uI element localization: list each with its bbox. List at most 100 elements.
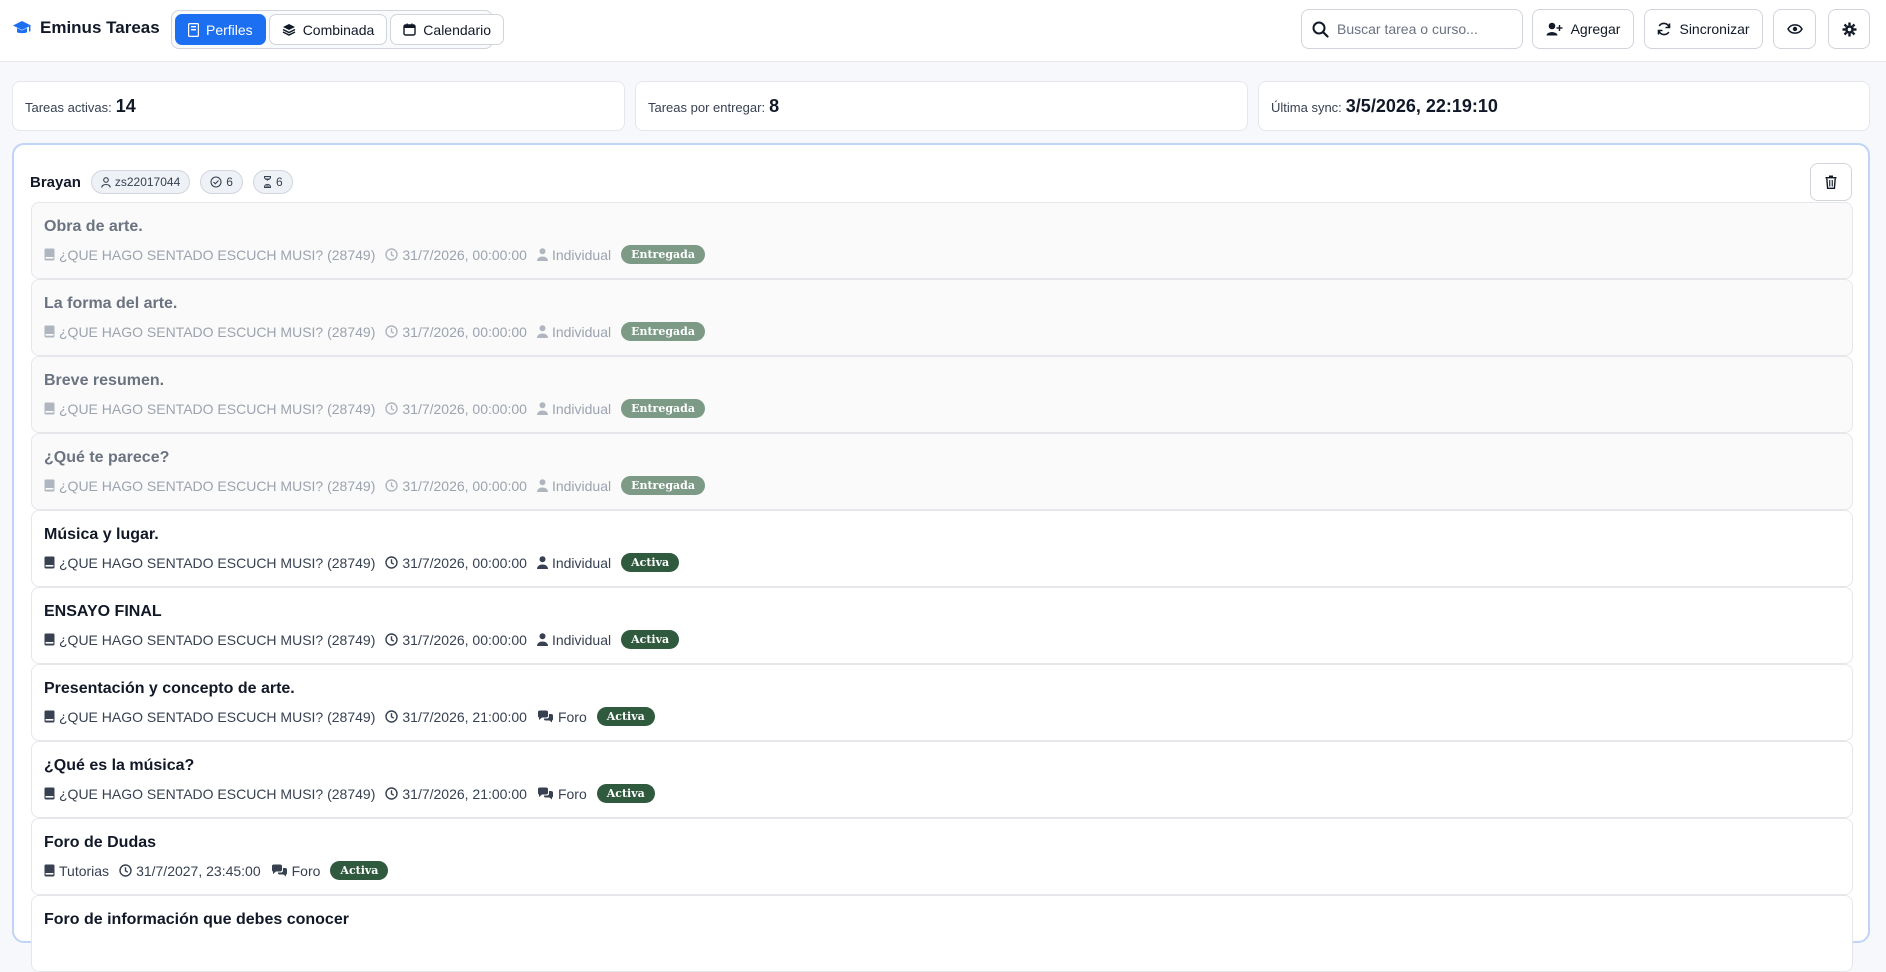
book-icon — [44, 325, 55, 338]
user-id-chip: zs22017044 — [90, 170, 191, 194]
tab-perfiles[interactable]: Perfiles — [175, 14, 266, 45]
task-course: ¿QUE HAGO SENTADO ESCUCH MUSI? (28749) — [44, 632, 375, 648]
clock-icon — [385, 325, 399, 338]
status-badge: Activa — [621, 630, 680, 649]
task-row[interactable]: Foro de Dudas Tutorias 31/7/2027, 23:45:… — [31, 818, 1853, 895]
course-name: ¿QUE HAGO SENTADO ESCUCH MUSI? (28749) — [59, 477, 376, 494]
task-mode: Individual — [536, 555, 611, 571]
stat-label: Última sync: — [1271, 100, 1342, 115]
visibility-toggle-button[interactable] — [1773, 9, 1816, 49]
view-tabs: Perfiles Combinada Calendario — [171, 10, 505, 49]
tab-label: Combinada — [302, 21, 375, 38]
stat-label: Tareas por entregar: — [648, 100, 766, 115]
task-due: 31/7/2026, 21:00:00 — [385, 786, 527, 802]
task-title: Presentación y concepto de arte. — [44, 680, 295, 697]
task-due: 31/7/2026, 00:00:00 — [385, 632, 527, 648]
settings-button[interactable] — [1828, 9, 1870, 49]
task-meta: ¿QUE HAGO SENTADO ESCUCH MUSI? (28749) 3… — [44, 553, 1840, 572]
brand[interactable]: Eminus Tareas — [12, 18, 160, 38]
task-row[interactable]: Foro de información que debes conocer — [31, 895, 1853, 972]
status-badge: Entregada — [621, 476, 705, 495]
search-icon — [1312, 21, 1329, 38]
task-row[interactable]: La forma del arte. ¿QUE HAGO SENTADO ESC… — [31, 279, 1853, 356]
delete-profile-button[interactable] — [1810, 163, 1852, 201]
course-name: ¿QUE HAGO SENTADO ESCUCH MUSI? (28749) — [59, 400, 376, 417]
book-icon — [44, 479, 55, 492]
sync-icon — [1657, 22, 1671, 36]
due-date: 31/7/2026, 00:00:00 — [402, 631, 527, 648]
person-icon — [536, 633, 548, 646]
task-title: Foro de información que debes conocer — [44, 911, 349, 928]
course-name: ¿QUE HAGO SENTADO ESCUCH MUSI? (28749) — [59, 554, 376, 571]
book-icon — [44, 864, 55, 877]
task-meta: ¿QUE HAGO SENTADO ESCUCH MUSI? (28749) 3… — [44, 476, 1840, 495]
profile-name: Brayan — [30, 173, 81, 191]
task-meta: ¿QUE HAGO SENTADO ESCUCH MUSI? (28749) 3… — [44, 399, 1840, 418]
tab-combinada[interactable]: Combinada — [268, 14, 388, 45]
task-title: Foro de Dudas — [44, 834, 157, 851]
due-date: 31/7/2026, 00:00:00 — [402, 554, 527, 571]
mode-label: Foro — [557, 708, 587, 725]
sync-button[interactable]: Sincronizar — [1644, 9, 1763, 49]
task-due: 31/7/2026, 00:00:00 — [385, 324, 527, 340]
task-meta: ¿QUE HAGO SENTADO ESCUCH MUSI? (28749) 3… — [44, 707, 1840, 726]
stat-value: 3/5/2026, 22:19:10 — [1345, 95, 1498, 116]
mode-label: Individual — [551, 477, 612, 494]
book-icon — [44, 248, 55, 261]
task-course: ¿QUE HAGO SENTADO ESCUCH MUSI? (28749) — [44, 478, 375, 494]
person-icon — [536, 402, 548, 415]
task-course: ¿QUE HAGO SENTADO ESCUCH MUSI? (28749) — [44, 555, 375, 571]
task-row[interactable]: ENSAYO FINAL ¿QUE HAGO SENTADO ESCUCH MU… — [31, 587, 1853, 664]
app-title: Eminus Tareas — [40, 18, 160, 37]
status-badge: Entregada — [621, 245, 705, 264]
profile-card-icon — [188, 22, 199, 37]
task-row[interactable]: ¿Qué te parece? ¿QUE HAGO SENTADO ESCUCH… — [31, 433, 1853, 510]
task-row[interactable]: Música y lugar. ¿QUE HAGO SENTADO ESCUCH… — [31, 510, 1853, 587]
clock-icon — [119, 864, 132, 877]
sync-button-label: Sincronizar — [1679, 21, 1750, 37]
stat-value: 8 — [769, 95, 780, 116]
due-date: 31/7/2026, 21:00:00 — [402, 708, 527, 725]
task-row[interactable]: ¿Qué es la música? ¿QUE HAGO SENTADO ESC… — [31, 741, 1853, 818]
task-due: 31/7/2026, 00:00:00 — [385, 247, 527, 263]
task-due: 31/7/2027, 23:45:00 — [119, 863, 261, 879]
task-title: Breve resumen. — [44, 372, 165, 389]
clock-icon — [385, 633, 399, 646]
user-id: zs22017044 — [114, 175, 181, 189]
clock-icon — [385, 402, 399, 415]
profile-header: Brayan zs22017044 6 6 — [30, 170, 293, 194]
task-row[interactable]: Obra de arte. ¿QUE HAGO SENTADO ESCUCH M… — [31, 202, 1853, 279]
done-count-chip: 6 — [200, 170, 243, 194]
course-name: ¿QUE HAGO SENTADO ESCUCH MUSI? (28749) — [59, 323, 376, 340]
task-row[interactable]: Presentación y concepto de arte. ¿QUE HA… — [31, 664, 1853, 741]
task-mode: Foro — [537, 709, 587, 725]
forum-icon — [537, 787, 554, 800]
hourglass-icon — [263, 176, 272, 188]
course-name: Tutorias — [59, 862, 110, 879]
pending-count-chip: 6 — [252, 170, 293, 194]
top-bar: Eminus Tareas Perfiles Combinada Calenda… — [0, 0, 1886, 62]
task-due: 31/7/2026, 00:00:00 — [385, 478, 527, 494]
add-user-icon — [1546, 22, 1563, 36]
stat-pending-tasks: Tareas por entregar: 8 — [635, 81, 1248, 131]
task-meta: ¿QUE HAGO SENTADO ESCUCH MUSI? (28749) 3… — [44, 784, 1840, 803]
course-name: ¿QUE HAGO SENTADO ESCUCH MUSI? (28749) — [59, 785, 376, 802]
graduation-cap-icon — [12, 20, 32, 36]
person-icon — [536, 325, 548, 338]
tab-label: Calendario — [423, 21, 492, 38]
gear-icon — [1842, 22, 1857, 37]
status-badge: Entregada — [621, 399, 705, 418]
task-mode: Individual — [536, 632, 611, 648]
book-icon — [44, 710, 55, 723]
task-row[interactable]: Breve resumen. ¿QUE HAGO SENTADO ESCUCH … — [31, 356, 1853, 433]
task-course: ¿QUE HAGO SENTADO ESCUCH MUSI? (28749) — [44, 709, 375, 725]
stat-last-sync: Última sync: 3/5/2026, 22:19:10 — [1258, 81, 1870, 131]
forum-icon — [537, 710, 554, 723]
course-name: ¿QUE HAGO SENTADO ESCUCH MUSI? (28749) — [59, 631, 376, 648]
add-button[interactable]: Agregar — [1532, 9, 1634, 49]
forum-icon — [271, 864, 288, 877]
tab-calendario[interactable]: Calendario — [390, 14, 505, 45]
book-icon — [44, 556, 55, 569]
task-mode: Foro — [537, 786, 587, 802]
search-input[interactable] — [1337, 21, 1507, 37]
